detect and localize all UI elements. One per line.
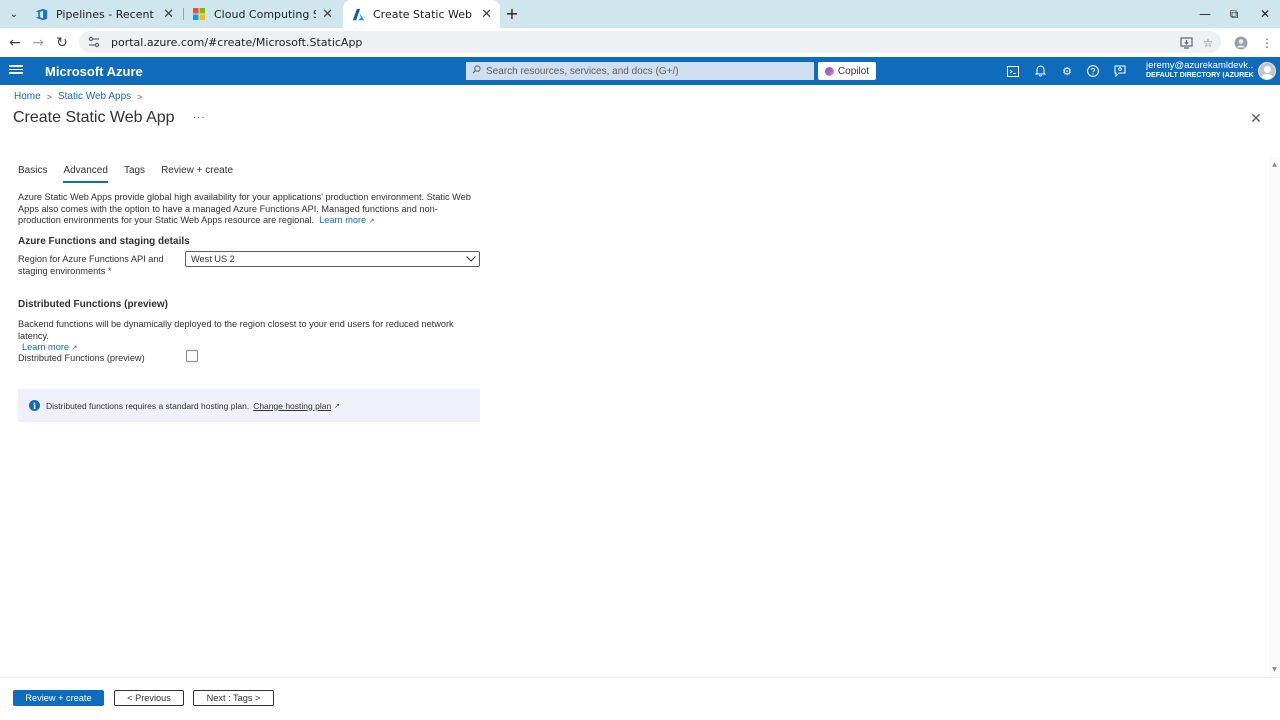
settings-gear-icon[interactable]: ⚙ — [1059, 63, 1075, 79]
external-link-icon: ↗ — [334, 402, 341, 410]
browser-tab-create-static-web-app[interactable]: Create Static Web App - Micro ✕ — [343, 0, 500, 28]
more-options-ellipsis-icon[interactable]: ··· — [193, 113, 206, 124]
back-arrow-icon[interactable]: ← — [5, 33, 25, 53]
region-label-line2: staging environments — [18, 265, 106, 276]
global-search-input[interactable]: Search resources, services, and docs (G+… — [466, 62, 814, 80]
tab-basics[interactable]: Basics — [18, 165, 47, 183]
browser-tab-cloud-computing[interactable]: Cloud Computing Services | Mi ✕ — [184, 0, 341, 28]
feedback-icon[interactable] — [1112, 63, 1128, 79]
functions-section-heading: Azure Functions and staging details — [18, 236, 190, 247]
microsoft-logo-icon — [192, 7, 206, 21]
close-blade-icon[interactable]: ✕ — [1249, 111, 1263, 127]
avatar-head — [1264, 66, 1271, 73]
close-window-icon[interactable]: ✕ — [1250, 0, 1280, 28]
breadcrumb: Home > Static Web Apps > — [14, 91, 148, 102]
address-bar[interactable]: portal.azure.com/#create/Microsoft.Stati… — [79, 31, 1221, 53]
change-hosting-plan-link[interactable]: Change hosting plan — [253, 401, 331, 411]
region-select-value: West US 2 — [191, 254, 235, 264]
help-question-icon[interactable] — [1085, 63, 1101, 79]
vertical-scrollbar[interactable] — [1269, 157, 1280, 677]
account-email: jeremy@azurekamldevk... — [1146, 60, 1254, 71]
review-create-button[interactable]: Review + create — [13, 690, 104, 706]
site-info-icon[interactable] — [87, 35, 101, 49]
forward-arrow-icon[interactable]: → — [28, 33, 48, 53]
cloud-shell-icon[interactable] — [1005, 63, 1021, 79]
footer-divider — [0, 677, 1280, 678]
tab-review-create[interactable]: Review + create — [161, 165, 233, 183]
next-tags-button[interactable]: Next : Tags > — [193, 690, 274, 706]
tab-title: Pipelines - Recent — [56, 7, 154, 21]
bookmark-star-icon[interactable]: ☆ — [1199, 34, 1217, 52]
distributed-learn-more-link[interactable]: Learn more — [22, 342, 69, 352]
new-tab-plus-icon[interactable]: + — [503, 4, 521, 23]
close-tab-icon[interactable]: ✕ — [163, 7, 174, 22]
intro-text: Azure Static Web Apps provide global hig… — [18, 192, 471, 225]
chevron-right-icon: > — [46, 91, 52, 102]
info-icon: i — [29, 400, 40, 411]
intro-description: Azure Static Web Apps provide global hig… — [18, 192, 478, 228]
copilot-label: Copilot — [837, 65, 870, 77]
breadcrumb-home[interactable]: Home — [14, 91, 41, 102]
info-message-bar: i Distributed functions requires a stand… — [18, 389, 480, 422]
chevron-right-icon: > — [137, 91, 143, 102]
copilot-button[interactable]: Copilot — [818, 62, 876, 80]
notifications-bell-icon[interactable] — [1032, 63, 1048, 79]
wizard-tabs: Basics Advanced Tags Review + create — [18, 165, 249, 183]
page-title: Create Static Web App — [13, 109, 175, 126]
tab-advanced[interactable]: Advanced — [63, 165, 108, 183]
url-text: portal.azure.com/#create/Microsoft.Stati… — [111, 35, 363, 49]
search-icon — [472, 65, 481, 77]
scroll-up-arrow-icon[interactable]: ▲ — [1269, 160, 1280, 168]
breadcrumb-static-web-apps[interactable]: Static Web Apps — [58, 91, 131, 102]
distributed-description-block: Backend functions will be dynamically de… — [18, 319, 478, 355]
azure-devops-icon — [34, 7, 48, 21]
external-link-icon: ↗ — [71, 345, 78, 352]
install-app-icon[interactable] — [1177, 34, 1195, 52]
intro-learn-more-link[interactable]: Learn more — [319, 215, 366, 225]
distributed-checkbox-label: Distributed Functions (preview) — [18, 353, 145, 363]
account-directory: DEFAULT DIRECTORY (AZUREKA... — [1146, 72, 1254, 79]
external-link-icon: ↗ — [368, 218, 375, 225]
browser-tab-pipelines[interactable]: Pipelines - Recent ✕ — [26, 0, 182, 28]
azure-logo-icon — [351, 7, 365, 21]
profile-avatar-icon[interactable] — [1232, 34, 1250, 52]
previous-button[interactable]: < Previous — [114, 690, 184, 706]
avatar[interactable] — [1258, 62, 1276, 80]
info-message-text: Distributed functions requires a standar… — [46, 400, 250, 411]
region-select[interactable]: West US 2 — [185, 251, 480, 267]
tab-title: Create Static Web App - Micro — [373, 7, 475, 21]
chevron-down-icon — [463, 252, 479, 266]
tab-title: Cloud Computing Services | Mi — [214, 7, 316, 21]
tab-search-chevron-icon[interactable]: ⌄ — [5, 5, 23, 23]
browser-menu-kebab-icon[interactable]: ⋮ — [1258, 34, 1276, 52]
region-field-label: Region for Azure Functions API and stagi… — [18, 254, 164, 277]
search-placeholder: Search resources, services, and docs (G+… — [486, 65, 679, 77]
close-tab-icon[interactable]: ✕ — [322, 7, 333, 22]
tab-tags[interactable]: Tags — [124, 165, 145, 183]
distributed-section-heading: Distributed Functions (preview) — [18, 299, 169, 310]
distributed-description: Backend functions will be dynamically de… — [18, 319, 454, 341]
close-tab-icon[interactable]: ✕ — [481, 7, 492, 22]
minimize-icon[interactable]: — — [1190, 0, 1220, 28]
reload-icon[interactable]: ↻ — [52, 33, 72, 53]
scroll-down-arrow-icon[interactable]: ▼ — [1269, 665, 1280, 673]
portal-menu-hamburger-icon[interactable] — [9, 63, 23, 77]
azure-brand[interactable]: Microsoft Azure — [45, 64, 143, 79]
region-label-line1: Region for Azure Functions API and — [18, 254, 164, 264]
restore-icon[interactable]: ⧉ — [1219, 0, 1249, 28]
copilot-icon — [824, 66, 834, 76]
distributed-functions-checkbox[interactable] — [186, 350, 198, 362]
required-asterisk: * — [107, 265, 112, 276]
account-info[interactable]: jeremy@azurekamldevk... DEFAULT DIRECTOR… — [1146, 60, 1254, 79]
